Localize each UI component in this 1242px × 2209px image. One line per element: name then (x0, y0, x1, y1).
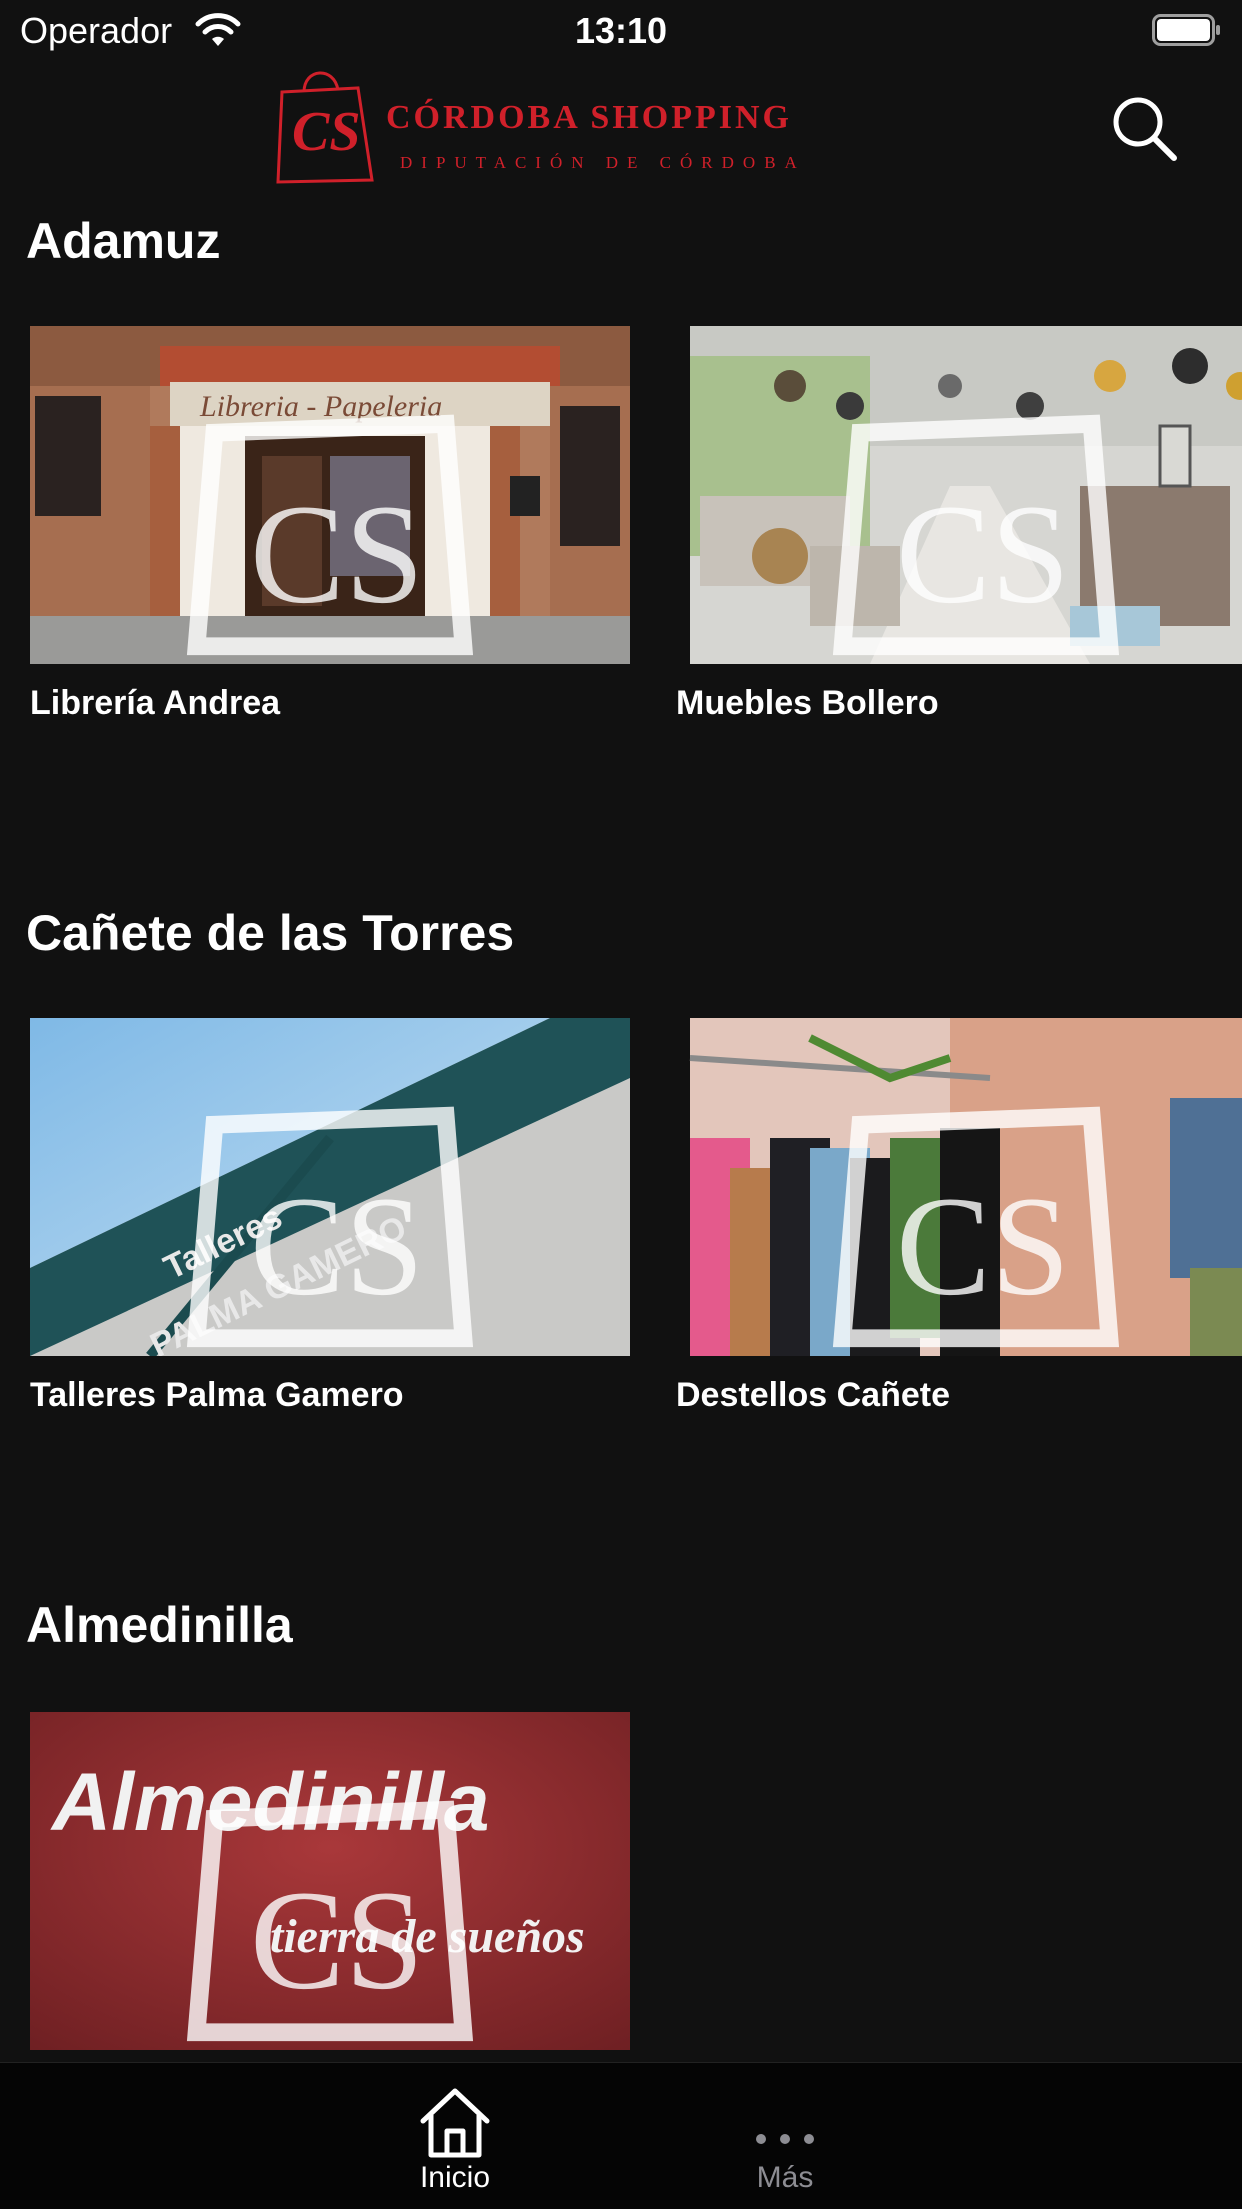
shop-thumbnail: CS (676, 1018, 1242, 1356)
cs-badge-icon: CS (832, 414, 1120, 656)
section-title-canete-de-las-torres: Cañete de las Torres (26, 905, 515, 961)
shop-card-libreria-andrea[interactable]: Libreria - Papeleria CS Librería Andrea (30, 326, 630, 723)
more-icon (756, 2134, 814, 2144)
tab-label: Más (756, 2161, 814, 2194)
tab-inicio[interactable]: Inicio (355, 2063, 555, 2209)
svg-text:CS: CS (250, 1167, 424, 1325)
cs-badge-icon: CS (832, 1106, 1120, 1348)
cs-badge-icon: CS (186, 1106, 474, 1348)
svg-text:CS: CS (896, 1167, 1070, 1325)
shop-thumbnail: Talleres PALMA GAMERO CS (30, 1018, 630, 1356)
logo-mark: CS (292, 101, 361, 163)
shop-card-almedinilla[interactable]: Almedinilla tierra de sueños CS (30, 1712, 630, 2050)
shop-thumbnail: CS (676, 326, 1242, 664)
tab-label: Inicio (419, 2161, 491, 2194)
logo-subtitle: DIPUTACIÓN DE CÓRDOBA (400, 153, 806, 172)
section-title-almedinilla: Almedinilla (26, 1597, 293, 1653)
status-bar: Operador 13:10 (0, 0, 1242, 62)
status-time: 13:10 (574, 10, 668, 51)
tab-mas[interactable]: Más (685, 2063, 885, 2209)
shop-name: Librería Andrea (30, 684, 281, 722)
battery-icon (1152, 14, 1220, 46)
svg-text:CS: CS (896, 475, 1070, 633)
home-icon (420, 2088, 490, 2158)
tab-bar: Inicio Más (0, 2062, 1242, 2209)
shop-name: Talleres Palma Gamero (30, 1376, 404, 1414)
search-icon[interactable] (1108, 92, 1180, 164)
cs-badge-icon: CS (186, 1800, 474, 2042)
logo-title: CÓRDOBA SHOPPING (386, 98, 792, 136)
shop-thumbnail: Almedinilla tierra de sueños CS (30, 1712, 630, 2050)
shop-card-muebles-bollero[interactable]: CS Muebles Bollero (676, 326, 1242, 723)
shop-thumbnail: Libreria - Papeleria CS (30, 326, 630, 664)
svg-text:CS: CS (250, 1861, 424, 2019)
cs-badge-icon: CS (186, 414, 474, 656)
svg-text:CS: CS (250, 475, 424, 633)
shop-card-talleres-palma-gamero[interactable]: Talleres PALMA GAMERO CS Talleres Palma … (30, 1018, 630, 1415)
section-title-adamuz: Adamuz (26, 213, 221, 269)
shop-name: Destellos Cañete (676, 1376, 950, 1414)
shop-card-destellos-canete[interactable]: CS Destellos Cañete (676, 1018, 1242, 1415)
cordoba-shopping-logo: CS CÓRDOBA SHOPPING DIPUTACIÓN DE CÓRDOB… (276, 71, 806, 184)
shop-name: Muebles Bollero (676, 684, 939, 722)
